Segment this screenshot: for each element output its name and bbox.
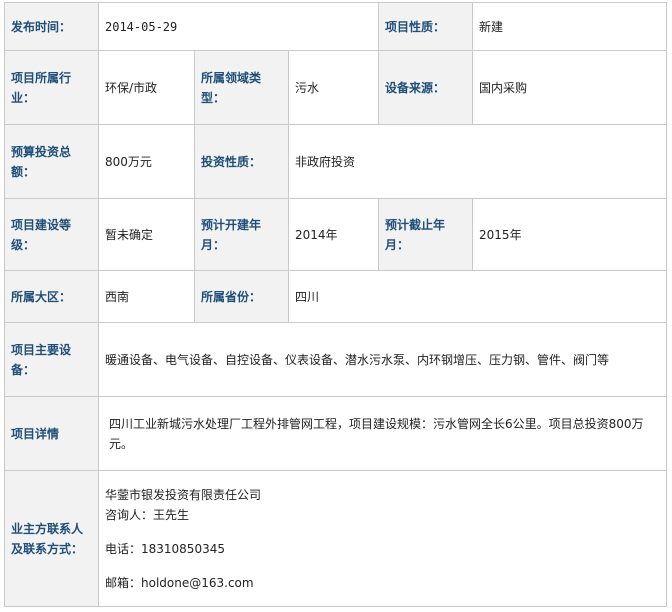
investment-nature-label: 投资性质： [194,124,289,199]
project-nature-value: 新建 [472,2,668,51]
contact-company: 华蓥市银发投资有限责任公司 [105,487,262,502]
investment-nature-value: 非政府投资 [287,124,668,199]
owner-contact-label: 业主方联系人及联系方式： [4,470,99,607]
project-detail-value: 四川工业新城污水处理厂工程外排管网工程，项目建设规模：污水管网全长6公里。项目总… [97,396,668,471]
construction-level-value: 暂未确定 [98,198,195,271]
publish-time-value: 2014-05-29 [97,2,380,51]
owner-contact-value: 华蓥市银发投资有限责任公司 咨询人：王先生 电话：18310850345 邮箱：… [97,470,668,607]
project-nature-label: 项目性质： [378,2,474,51]
industry-label: 项目所属行业： [4,50,99,125]
row-contact: 业主方联系人及联系方式： 华蓥市银发投资有限责任公司 咨询人：王先生 电话：18… [4,470,668,607]
industry-value: 环保/市政 [98,50,195,125]
region-value: 西南 [98,270,195,323]
main-equipment-value: 暖通设备、电气设备、自控设备、仪表设备、潜水污水泵、内环钢增压、压力钢、管件、阀… [97,322,668,397]
project-detail-label: 项目详情 [4,396,99,471]
contact-phone: 电话：18310850345 [105,541,225,556]
row-equipment: 项目主要设备： 暖通设备、电气设备、自控设备、仪表设备、潜水污水泵、内环钢增压、… [4,322,668,397]
row-level: 项目建设等级： 暂未确定 预计开建年月： 2014年 预计截止年月： 2015年 [4,198,668,271]
row-publish: 发布时间： 2014-05-29 项目性质： 新建 [4,2,668,51]
construction-level-label: 项目建设等级： [4,198,99,271]
row-region: 所属大区： 西南 所属省份： 四川 [4,270,668,323]
main-equipment-label: 项目主要设备： [4,322,99,397]
region-label: 所属大区： [4,270,99,323]
equipment-source-label: 设备来源： [378,50,474,125]
contact-email: 邮箱：holdone@163.com [105,575,254,590]
project-info-table: 发布时间： 2014-05-29 项目性质： 新建 项目所属行业： 环保/市政 … [4,2,668,607]
planned-end-label: 预计截止年月： [378,198,474,271]
province-label: 所属省份： [194,270,289,323]
field-type-value: 污水 [287,50,380,125]
planned-start-label: 预计开建年月： [194,198,289,271]
field-type-label: 所属领域类型： [194,50,289,125]
row-detail: 项目详情 四川工业新城污水处理厂工程外排管网工程，项目建设规模：污水管网全长6公… [4,396,668,471]
row-industry: 项目所属行业： 环保/市政 所属领域类型： 污水 设备来源： 国内采购 [4,50,668,125]
contact-consultant: 咨询人：王先生 [105,507,190,522]
province-value: 四川 [287,270,668,323]
planned-end-value: 2015年 [472,198,668,271]
equipment-source-value: 国内采购 [472,50,668,125]
planned-start-value: 2014年 [287,198,380,271]
publish-time-label: 发布时间： [4,2,99,51]
budget-value: 800万元 [98,124,195,199]
row-budget: 预算投资总额： 800万元 投资性质： 非政府投资 [4,124,668,199]
budget-label: 预算投资总额： [4,124,99,199]
